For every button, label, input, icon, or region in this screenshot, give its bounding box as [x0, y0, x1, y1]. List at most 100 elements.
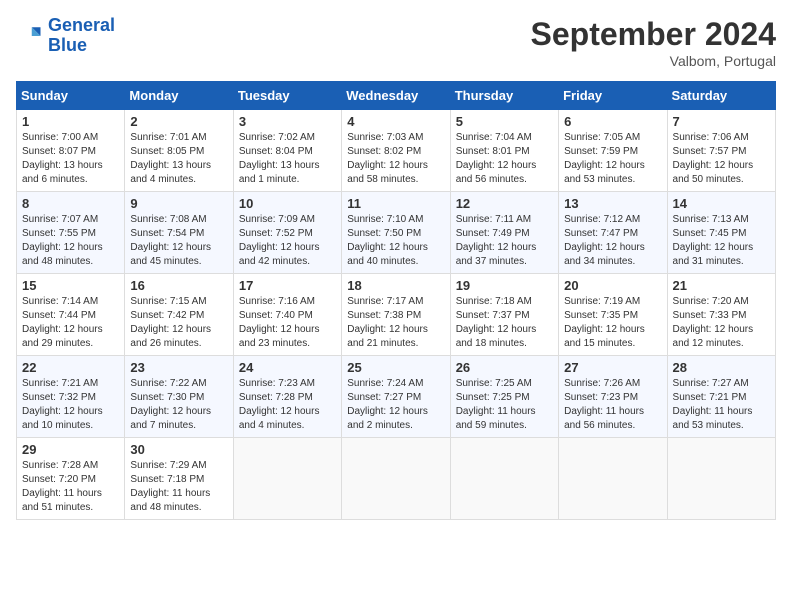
day-number: 28: [673, 360, 770, 375]
calendar-cell: 9 Sunrise: 7:08 AM Sunset: 7:54 PM Dayli…: [125, 192, 233, 274]
day-info: Sunrise: 7:09 AM Sunset: 7:52 PM Dayligh…: [239, 213, 336, 269]
calendar-cell: 16 Sunrise: 7:15 AM Sunset: 7:42 PM Dayl…: [125, 274, 233, 356]
calendar-cell: 19 Sunrise: 7:18 AM Sunset: 7:37 PM Dayl…: [450, 274, 558, 356]
calendar-cell: 22 Sunrise: 7:21 AM Sunset: 7:32 PM Dayl…: [17, 356, 125, 438]
calendar-cell: [667, 438, 775, 520]
header-wednesday: Wednesday: [342, 82, 450, 110]
calendar-cell: 2 Sunrise: 7:01 AM Sunset: 8:05 PM Dayli…: [125, 110, 233, 192]
logo-icon: [16, 22, 44, 50]
day-info: Sunrise: 7:20 AM Sunset: 7:33 PM Dayligh…: [673, 295, 770, 351]
day-number: 7: [673, 114, 770, 129]
day-number: 12: [456, 196, 553, 211]
calendar-cell: 8 Sunrise: 7:07 AM Sunset: 7:55 PM Dayli…: [17, 192, 125, 274]
day-info: Sunrise: 7:17 AM Sunset: 7:38 PM Dayligh…: [347, 295, 444, 351]
day-info: Sunrise: 7:29 AM Sunset: 7:18 PM Dayligh…: [130, 459, 227, 515]
day-number: 16: [130, 278, 227, 293]
day-number: 11: [347, 196, 444, 211]
calendar-cell: 5 Sunrise: 7:04 AM Sunset: 8:01 PM Dayli…: [450, 110, 558, 192]
calendar-cell: 12 Sunrise: 7:11 AM Sunset: 7:49 PM Dayl…: [450, 192, 558, 274]
day-info: Sunrise: 7:26 AM Sunset: 7:23 PM Dayligh…: [564, 377, 661, 433]
day-number: 10: [239, 196, 336, 211]
calendar-cell: 24 Sunrise: 7:23 AM Sunset: 7:28 PM Dayl…: [233, 356, 341, 438]
day-info: Sunrise: 7:21 AM Sunset: 7:32 PM Dayligh…: [22, 377, 119, 433]
calendar-table: Sunday Monday Tuesday Wednesday Thursday…: [16, 81, 776, 520]
calendar-week-row: 1 Sunrise: 7:00 AM Sunset: 8:07 PM Dayli…: [17, 110, 776, 192]
calendar-cell: 4 Sunrise: 7:03 AM Sunset: 8:02 PM Dayli…: [342, 110, 450, 192]
day-number: 19: [456, 278, 553, 293]
calendar-cell: 17 Sunrise: 7:16 AM Sunset: 7:40 PM Dayl…: [233, 274, 341, 356]
calendar-cell: 30 Sunrise: 7:29 AM Sunset: 7:18 PM Dayl…: [125, 438, 233, 520]
day-number: 25: [347, 360, 444, 375]
calendar-cell: 6 Sunrise: 7:05 AM Sunset: 7:59 PM Dayli…: [559, 110, 667, 192]
calendar-cell: 20 Sunrise: 7:19 AM Sunset: 7:35 PM Dayl…: [559, 274, 667, 356]
day-info: Sunrise: 7:14 AM Sunset: 7:44 PM Dayligh…: [22, 295, 119, 351]
calendar-cell: 3 Sunrise: 7:02 AM Sunset: 8:04 PM Dayli…: [233, 110, 341, 192]
day-info: Sunrise: 7:10 AM Sunset: 7:50 PM Dayligh…: [347, 213, 444, 269]
calendar-cell: 21 Sunrise: 7:20 AM Sunset: 7:33 PM Dayl…: [667, 274, 775, 356]
calendar-cell: 15 Sunrise: 7:14 AM Sunset: 7:44 PM Dayl…: [17, 274, 125, 356]
day-info: Sunrise: 7:04 AM Sunset: 8:01 PM Dayligh…: [456, 131, 553, 187]
day-number: 13: [564, 196, 661, 211]
day-info: Sunrise: 7:05 AM Sunset: 7:59 PM Dayligh…: [564, 131, 661, 187]
day-number: 21: [673, 278, 770, 293]
day-number: 23: [130, 360, 227, 375]
header-monday: Monday: [125, 82, 233, 110]
day-info: Sunrise: 7:13 AM Sunset: 7:45 PM Dayligh…: [673, 213, 770, 269]
calendar-week-row: 22 Sunrise: 7:21 AM Sunset: 7:32 PM Dayl…: [17, 356, 776, 438]
logo: General Blue: [16, 16, 115, 56]
weekday-header-row: Sunday Monday Tuesday Wednesday Thursday…: [17, 82, 776, 110]
day-number: 1: [22, 114, 119, 129]
day-number: 18: [347, 278, 444, 293]
header-sunday: Sunday: [17, 82, 125, 110]
day-info: Sunrise: 7:12 AM Sunset: 7:47 PM Dayligh…: [564, 213, 661, 269]
day-info: Sunrise: 7:25 AM Sunset: 7:25 PM Dayligh…: [456, 377, 553, 433]
calendar-cell: 25 Sunrise: 7:24 AM Sunset: 7:27 PM Dayl…: [342, 356, 450, 438]
day-number: 26: [456, 360, 553, 375]
calendar-cell: 13 Sunrise: 7:12 AM Sunset: 7:47 PM Dayl…: [559, 192, 667, 274]
day-number: 6: [564, 114, 661, 129]
day-number: 8: [22, 196, 119, 211]
day-info: Sunrise: 7:11 AM Sunset: 7:49 PM Dayligh…: [456, 213, 553, 269]
calendar-cell: 14 Sunrise: 7:13 AM Sunset: 7:45 PM Dayl…: [667, 192, 775, 274]
day-info: Sunrise: 7:02 AM Sunset: 8:04 PM Dayligh…: [239, 131, 336, 187]
day-info: Sunrise: 7:18 AM Sunset: 7:37 PM Dayligh…: [456, 295, 553, 351]
calendar-cell: 29 Sunrise: 7:28 AM Sunset: 7:20 PM Dayl…: [17, 438, 125, 520]
day-info: Sunrise: 7:23 AM Sunset: 7:28 PM Dayligh…: [239, 377, 336, 433]
month-title: September 2024: [531, 16, 776, 53]
calendar-week-row: 15 Sunrise: 7:14 AM Sunset: 7:44 PM Dayl…: [17, 274, 776, 356]
header-thursday: Thursday: [450, 82, 558, 110]
page-header: General Blue September 2024 Valbom, Port…: [16, 16, 776, 69]
day-info: Sunrise: 7:19 AM Sunset: 7:35 PM Dayligh…: [564, 295, 661, 351]
calendar-cell: 1 Sunrise: 7:00 AM Sunset: 8:07 PM Dayli…: [17, 110, 125, 192]
day-number: 14: [673, 196, 770, 211]
day-info: Sunrise: 7:27 AM Sunset: 7:21 PM Dayligh…: [673, 377, 770, 433]
day-number: 27: [564, 360, 661, 375]
day-number: 2: [130, 114, 227, 129]
calendar-cell: 27 Sunrise: 7:26 AM Sunset: 7:23 PM Dayl…: [559, 356, 667, 438]
day-number: 5: [456, 114, 553, 129]
calendar-cell: 7 Sunrise: 7:06 AM Sunset: 7:57 PM Dayli…: [667, 110, 775, 192]
day-number: 20: [564, 278, 661, 293]
logo-general: General: [48, 15, 115, 35]
day-number: 24: [239, 360, 336, 375]
calendar-cell: [559, 438, 667, 520]
logo-blue: Blue: [48, 35, 87, 55]
calendar-cell: 18 Sunrise: 7:17 AM Sunset: 7:38 PM Dayl…: [342, 274, 450, 356]
day-number: 30: [130, 442, 227, 457]
day-info: Sunrise: 7:07 AM Sunset: 7:55 PM Dayligh…: [22, 213, 119, 269]
calendar-cell: 11 Sunrise: 7:10 AM Sunset: 7:50 PM Dayl…: [342, 192, 450, 274]
day-info: Sunrise: 7:28 AM Sunset: 7:20 PM Dayligh…: [22, 459, 119, 515]
header-tuesday: Tuesday: [233, 82, 341, 110]
location: Valbom, Portugal: [531, 53, 776, 69]
header-saturday: Saturday: [667, 82, 775, 110]
calendar-week-row: 29 Sunrise: 7:28 AM Sunset: 7:20 PM Dayl…: [17, 438, 776, 520]
day-number: 17: [239, 278, 336, 293]
day-info: Sunrise: 7:24 AM Sunset: 7:27 PM Dayligh…: [347, 377, 444, 433]
calendar-cell: [450, 438, 558, 520]
day-number: 22: [22, 360, 119, 375]
calendar-cell: [233, 438, 341, 520]
calendar-cell: 28 Sunrise: 7:27 AM Sunset: 7:21 PM Dayl…: [667, 356, 775, 438]
day-number: 4: [347, 114, 444, 129]
day-info: Sunrise: 7:06 AM Sunset: 7:57 PM Dayligh…: [673, 131, 770, 187]
header-friday: Friday: [559, 82, 667, 110]
